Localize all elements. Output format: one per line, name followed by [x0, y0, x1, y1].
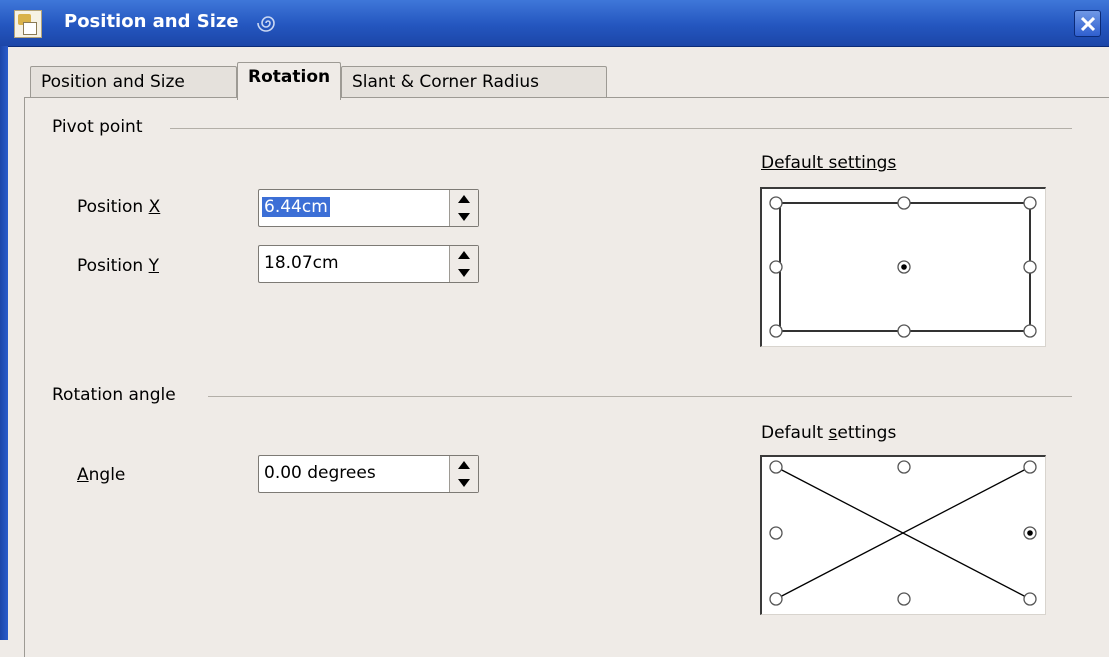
rotation-point-grid — [769, 460, 1037, 606]
spin-buttons — [449, 246, 478, 282]
position-y-spinbox[interactable]: 18.07cm — [258, 245, 479, 283]
angle-middle-left-radio[interactable] — [769, 526, 783, 540]
close-icon — [1081, 17, 1095, 31]
rotation-angle-heading: Rotation angle — [52, 385, 184, 405]
angle-top-right-radio[interactable] — [1023, 460, 1037, 474]
close-button[interactable] — [1074, 10, 1101, 37]
angle-middle-right-radio-dot — [1027, 530, 1033, 536]
arrow-down-icon — [458, 269, 470, 277]
pivot-point-selector[interactable] — [760, 187, 1046, 347]
arrow-up-icon — [458, 461, 470, 469]
decrement-button[interactable] — [450, 264, 478, 282]
pivot-bottom-center-radio[interactable] — [897, 324, 911, 338]
pivot-point-grid — [769, 196, 1037, 338]
angle-label: Angle — [77, 465, 126, 485]
section-divider — [208, 396, 1072, 397]
position-x-label: Position X — [77, 197, 161, 217]
tab-position-and-size[interactable]: Position and Size — [30, 66, 237, 98]
increment-button[interactable] — [450, 246, 478, 264]
pivot-bottom-left-radio[interactable] — [769, 324, 783, 338]
position-y-label: Position Y — [77, 256, 159, 276]
section-divider — [170, 128, 1072, 129]
spiral-icon — [255, 10, 281, 36]
pivot-center-radio-dot — [901, 264, 907, 270]
angle-bottom-left-radio[interactable] — [769, 592, 783, 606]
rotation-angle-selector[interactable] — [760, 455, 1046, 615]
pivot-middle-right-radio[interactable] — [1023, 260, 1037, 274]
angle-spinbox[interactable]: 0.00 degrees — [258, 455, 479, 493]
decrement-button[interactable] — [450, 474, 478, 492]
position-x-value[interactable]: 6.44cm — [262, 197, 330, 217]
decrement-button[interactable] — [450, 208, 478, 226]
angle-bottom-center-radio[interactable] — [897, 592, 911, 606]
tab-label: Position and Size — [41, 72, 185, 92]
rotation-default-settings-label: Default settings — [761, 423, 897, 443]
pivot-middle-left-radio[interactable] — [769, 260, 783, 274]
arrow-up-icon — [458, 251, 470, 259]
pivot-radio-group — [769, 196, 1037, 338]
position-y-value[interactable]: 18.07cm — [264, 253, 339, 273]
arrow-down-icon — [458, 479, 470, 487]
spin-buttons — [449, 190, 478, 226]
angle-top-center-radio[interactable] — [897, 460, 911, 474]
tab-rotation[interactable]: Rotation — [237, 62, 341, 100]
tab-label: Rotation — [248, 67, 331, 87]
arrow-down-icon — [458, 213, 470, 221]
tab-slant-corner-radius[interactable]: Slant & Corner Radius — [341, 66, 607, 98]
window-frame — [0, 46, 8, 640]
pivot-point-heading: Pivot point — [52, 117, 151, 137]
angle-value[interactable]: 0.00 degrees — [264, 463, 376, 483]
increment-button[interactable] — [450, 456, 478, 474]
pivot-bottom-right-radio[interactable] — [1023, 324, 1037, 338]
angle-bottom-right-radio[interactable] — [1023, 592, 1037, 606]
tab-label: Slant & Corner Radius — [352, 72, 540, 92]
title-bar: Position and Size — [0, 0, 1109, 47]
pivot-top-left-radio[interactable] — [769, 196, 783, 210]
window-title: Position and Size — [64, 11, 239, 32]
spin-buttons — [449, 456, 478, 492]
arrow-up-icon — [458, 195, 470, 203]
position-x-spinbox[interactable]: 6.44cm — [258, 189, 479, 227]
pivot-top-right-radio[interactable] — [1023, 196, 1037, 210]
increment-button[interactable] — [450, 190, 478, 208]
pivot-default-settings-label: Default settings — [761, 153, 897, 173]
pivot-top-center-radio[interactable] — [897, 196, 911, 210]
app-icon — [14, 10, 42, 38]
angle-top-left-radio[interactable] — [769, 460, 783, 474]
